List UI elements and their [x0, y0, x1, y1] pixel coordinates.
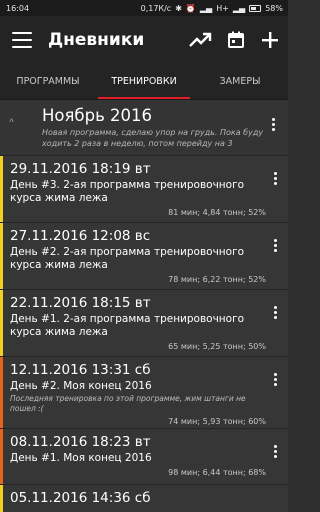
workout-stats: 81 мин; 4,84 тонн; 52%	[168, 208, 266, 217]
tab-measurements[interactable]: ЗАМЕРЫ	[192, 64, 288, 99]
tab-bar: ПРОГРАММЫ ТРЕНИРОВКИ ЗАМЕРЫ	[0, 64, 288, 100]
alarm-icon: ⏰	[185, 3, 196, 13]
month-section-header[interactable]: ˄ Ноябрь 2016 Новая программа, сделаю уп…	[0, 100, 288, 156]
color-bar	[0, 485, 3, 512]
more-options-icon[interactable]	[268, 445, 282, 458]
calendar-icon[interactable]	[226, 30, 246, 50]
network-speed: 0,17К/с	[140, 3, 172, 13]
program-note: Новая программа, сделаю упор на грудь. П…	[42, 128, 264, 148]
workout-date: 05.11.2016 14:36 сб	[10, 490, 151, 506]
color-bar	[0, 429, 3, 484]
workout-card[interactable]: 12.11.2016 13:31 сб День #2. Моя конец 2…	[0, 357, 288, 429]
workout-name: День #1. Моя конец 2016	[10, 452, 152, 464]
menu-icon[interactable]	[12, 32, 32, 48]
workout-date: 29.11.2016 18:19 вт	[10, 161, 151, 177]
workout-card[interactable]: 27.11.2016 12:08 вс День #2. 2-ая програ…	[0, 223, 288, 290]
more-options-icon[interactable]	[268, 373, 282, 386]
workout-date: 12.11.2016 13:31 сб	[10, 362, 151, 378]
color-bar	[0, 223, 3, 289]
color-bar	[0, 357, 3, 428]
more-options-icon[interactable]	[268, 172, 282, 185]
network-type: H+	[216, 3, 229, 13]
workout-stats: 98 мин; 6,44 тонн; 68%	[168, 468, 266, 477]
signal-icon-2: ▂▄	[232, 3, 246, 13]
workout-stats: 65 мин; 5,25 тонн; 50%	[168, 342, 266, 351]
more-options-icon[interactable]	[268, 306, 282, 319]
workout-name: День #1. 2-ая программа тренировочного к…	[10, 313, 245, 338]
tab-programs[interactable]: ПРОГРАММЫ	[0, 64, 96, 99]
workout-card[interactable]: 05.11.2016 14:36 сб	[0, 485, 288, 512]
app-bar: Дневники	[0, 16, 288, 64]
workout-stats: 78 мин; 6,22 тонн; 52%	[168, 275, 266, 284]
workout-comment: Последняя тренировка по этой программе, …	[10, 394, 246, 413]
color-bar	[0, 156, 3, 222]
bluetooth-icon: ✱	[175, 3, 182, 13]
signal-icon: ▂▄	[199, 3, 213, 13]
color-bar	[0, 290, 3, 356]
workout-date: 27.11.2016 12:08 вс	[10, 228, 151, 244]
workout-name: День #2. Моя конец 2016	[10, 380, 152, 392]
trending-up-icon[interactable]	[188, 30, 212, 50]
workout-date: 08.11.2016 18:23 вт	[10, 434, 151, 450]
workout-card[interactable]: 29.11.2016 18:19 вт День #3. 2-ая програ…	[0, 156, 288, 223]
workout-date: 22.11.2016 18:15 вт	[10, 295, 151, 311]
workout-stats: 74 мин; 5,93 тонн; 60%	[168, 417, 266, 426]
month-title: Ноябрь 2016	[42, 106, 153, 125]
battery-level: 58%	[265, 3, 283, 13]
workout-name: День #2. 2-ая программа тренировочного к…	[10, 246, 245, 271]
workout-name: День #3. 2-ая программа тренировочного к…	[10, 179, 245, 204]
more-options-icon[interactable]	[266, 106, 280, 149]
workout-list: 29.11.2016 18:19 вт День #3. 2-ая програ…	[0, 156, 288, 512]
add-icon[interactable]	[260, 30, 280, 50]
more-options-icon[interactable]	[268, 239, 282, 252]
page-title: Дневники	[48, 30, 145, 50]
workout-card[interactable]: 22.11.2016 18:15 вт День #1. 2-ая програ…	[0, 290, 288, 357]
status-time: 16:04	[6, 3, 30, 13]
tab-workouts[interactable]: ТРЕНИРОВКИ	[96, 64, 192, 99]
battery-icon	[249, 4, 262, 12]
workout-card[interactable]: 08.11.2016 18:23 вт День #1. Моя конец 2…	[0, 429, 288, 485]
chevron-up-icon[interactable]: ˄	[8, 106, 42, 149]
status-bar: 16:04 0,17К/с ✱ ⏰ ▂▄ H+ ▂▄ 58%	[0, 0, 288, 16]
